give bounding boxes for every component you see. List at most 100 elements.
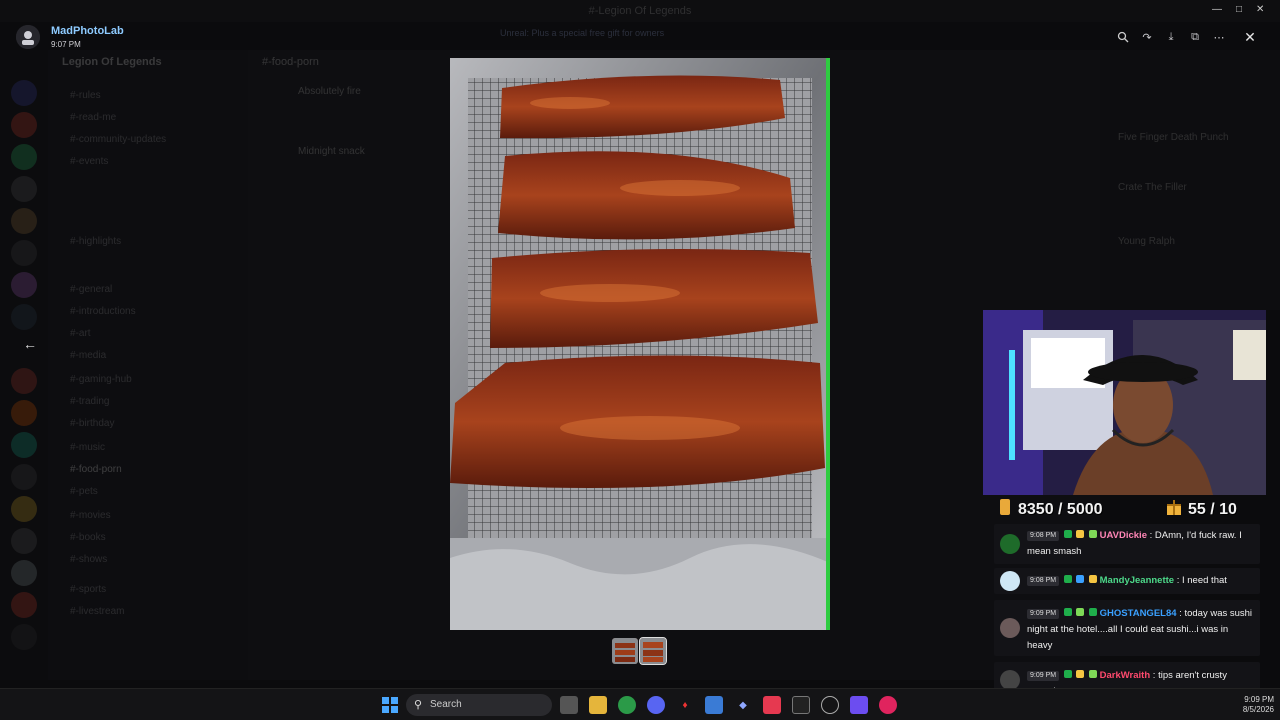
- maximize-icon[interactable]: □: [1236, 4, 1242, 15]
- badge-icon: [1063, 530, 1072, 538]
- main-photo: [450, 58, 830, 630]
- member-item[interactable]: Young Ralph: [1118, 236, 1175, 247]
- system-clock[interactable]: 9:09 PM 8/5/2026: [1214, 695, 1274, 715]
- forward-icon[interactable]: ↷: [1138, 28, 1156, 46]
- channel-item[interactable]: #-art: [70, 328, 91, 339]
- server-icon[interactable]: [11, 528, 37, 554]
- gift-tracker: 55 / 10: [1166, 498, 1237, 521]
- channel-item[interactable]: #-community-updates: [70, 134, 166, 145]
- previous-image-icon[interactable]: ←: [20, 334, 40, 354]
- badge-icon: [1089, 575, 1097, 583]
- channel-item[interactable]: #-books: [70, 532, 106, 543]
- uploader-info: MadPhotoLab 9:07 PM: [16, 22, 216, 52]
- channel-item[interactable]: #-music: [70, 442, 105, 453]
- chat-username[interactable]: MandyJeannette: [1100, 575, 1174, 586]
- window-controls: — □ ✕: [1212, 4, 1264, 15]
- message-text: Midnight snack: [298, 146, 365, 157]
- channel-item-active[interactable]: #-food-porn: [70, 464, 122, 475]
- chat-username[interactable]: DarkWraith: [1100, 670, 1151, 681]
- chat-username[interactable]: UAVDickie: [1100, 530, 1147, 541]
- server-icon[interactable]: [11, 208, 37, 234]
- badge-icon: [1063, 608, 1072, 616]
- badge-icon: [1063, 575, 1072, 583]
- channel-item[interactable]: #-events: [70, 156, 108, 167]
- server-icon[interactable]: [11, 560, 37, 586]
- server-icon[interactable]: [11, 272, 37, 298]
- server-icon[interactable]: [11, 112, 37, 138]
- goal-progress: 8350 / 5000: [1018, 500, 1103, 518]
- zoom-icon[interactable]: [1114, 28, 1132, 46]
- chat-text: : I need that: [1176, 575, 1227, 586]
- app-icon[interactable]: [850, 696, 868, 714]
- more-icon[interactable]: ⋯: [1210, 28, 1228, 46]
- server-icon[interactable]: [11, 240, 37, 266]
- channel-item[interactable]: #-birthday: [70, 418, 114, 429]
- search-label: Search: [430, 699, 462, 710]
- gift-progress: 55 / 10: [1188, 500, 1237, 518]
- channel-header: #-food-porn: [262, 56, 319, 68]
- server-icon[interactable]: [11, 176, 37, 202]
- open-external-icon[interactable]: ⧉: [1186, 28, 1204, 46]
- channel-item[interactable]: #-highlights: [70, 236, 121, 247]
- app-icon[interactable]: [792, 696, 810, 714]
- channel-item[interactable]: #-rules: [70, 90, 101, 101]
- server-icon[interactable]: [11, 624, 37, 650]
- thumbnail[interactable]: [612, 638, 638, 664]
- member-item[interactable]: Five Finger Death Punch: [1118, 132, 1229, 143]
- file-explorer-icon[interactable]: [589, 696, 607, 714]
- member-item[interactable]: Crate The Filler: [1118, 182, 1187, 193]
- server-rail: [0, 50, 48, 680]
- windows-start-icon[interactable]: [381, 696, 399, 714]
- channel-item[interactable]: #-read-me: [70, 112, 116, 123]
- uploader-name[interactable]: MadPhotoLab: [51, 25, 124, 37]
- avatar: [1000, 571, 1020, 591]
- channel-item[interactable]: #-general: [70, 284, 112, 295]
- ribs-photo: [450, 58, 830, 630]
- server-icon[interactable]: [11, 432, 37, 458]
- channel-item[interactable]: #-livestream: [70, 606, 124, 617]
- chat-message: 9:08 PM MandyJeannette : I need that: [994, 568, 1260, 594]
- channel-item[interactable]: #-media: [70, 350, 106, 361]
- server-icon[interactable]: [11, 144, 37, 170]
- channel-item[interactable]: #-movies: [70, 510, 111, 521]
- stream-chat: 9:08 PM UAVDickie : DAmn, I'd fuck raw. …: [994, 520, 1260, 698]
- server-icon[interactable]: [11, 496, 37, 522]
- app-icon[interactable]: [879, 696, 897, 714]
- channel-item[interactable]: #-sports: [70, 584, 106, 595]
- gift-icon: [1166, 498, 1182, 521]
- chat-timestamp: 9:08 PM: [1027, 531, 1060, 541]
- server-icon[interactable]: [11, 400, 37, 426]
- badge-icon: [1076, 575, 1085, 583]
- server-icon[interactable]: [11, 464, 37, 490]
- channel-item[interactable]: #-gaming-hub: [70, 374, 132, 385]
- app-icon[interactable]: ♦: [676, 696, 694, 714]
- avatar[interactable]: [16, 25, 40, 49]
- chrome-icon[interactable]: [618, 696, 636, 714]
- close-window-icon[interactable]: ✕: [1256, 4, 1264, 15]
- task-view-icon[interactable]: [560, 696, 578, 714]
- chat-username[interactable]: GHOSTANGEL84: [1100, 608, 1177, 619]
- badge-icon: [1089, 608, 1097, 616]
- channel-item[interactable]: #-pets: [70, 486, 98, 497]
- app-icon[interactable]: [763, 696, 781, 714]
- channel-item[interactable]: #-shows: [70, 554, 107, 565]
- app-icon[interactable]: ◆: [734, 696, 752, 714]
- download-icon[interactable]: ⤓: [1162, 28, 1180, 46]
- minimize-icon[interactable]: —: [1212, 4, 1222, 15]
- server-name[interactable]: Legion Of Legends: [62, 56, 162, 68]
- thumbnail-selected[interactable]: [639, 637, 667, 665]
- clock-time: 9:09 PM: [1244, 695, 1274, 704]
- upload-time: 9:07 PM: [51, 40, 81, 49]
- server-icon[interactable]: [11, 304, 37, 330]
- app-icon[interactable]: [705, 696, 723, 714]
- server-icon[interactable]: [11, 368, 37, 394]
- server-icon[interactable]: [11, 80, 37, 106]
- taskbar-search[interactable]: ⚲ Search: [406, 694, 552, 716]
- channel-item[interactable]: #-trading: [70, 396, 109, 407]
- discord-icon[interactable]: [647, 696, 665, 714]
- app-icon[interactable]: [821, 696, 839, 714]
- close-viewer-icon[interactable]: ✕: [1240, 27, 1260, 47]
- server-icon[interactable]: [11, 592, 37, 618]
- channel-list: Legion Of Legends #-rules #-read-me #-co…: [48, 50, 248, 680]
- channel-item[interactable]: #-introductions: [70, 306, 136, 317]
